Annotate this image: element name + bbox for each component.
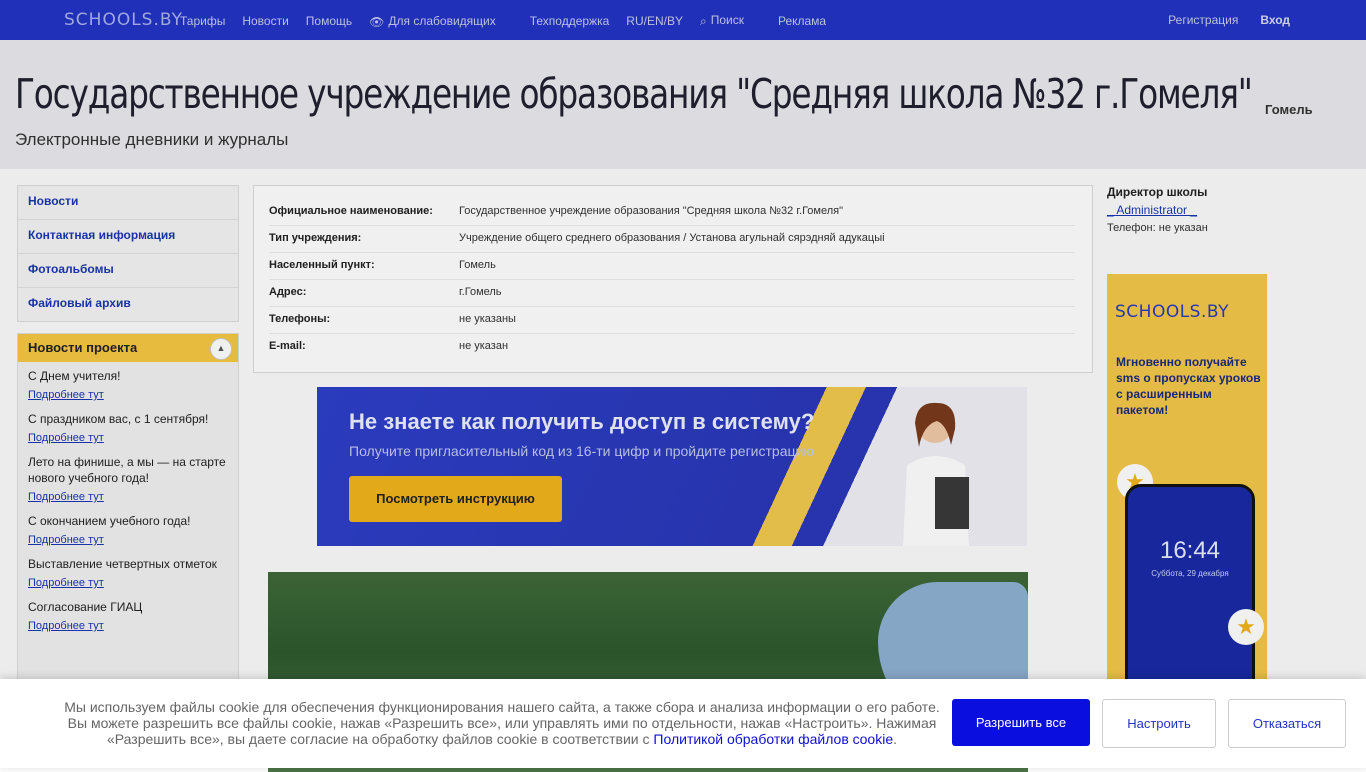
- cookie-policy-link[interactable]: Политикой обработки файлов cookie: [653, 731, 893, 747]
- search-icon: ⌕: [699, 14, 707, 28]
- news-item-title: Выставление четвертных отметок: [28, 557, 217, 571]
- info-key: Тип учреждения:: [269, 232, 362, 244]
- instruction-button[interactable]: Посмотреть инструкцию: [349, 476, 562, 522]
- nav-search-label: Поиск: [710, 13, 744, 27]
- login-link[interactable]: Вход: [1260, 13, 1290, 27]
- info-key: Официальное наименование:: [269, 205, 433, 217]
- news-more-link[interactable]: Подробнее тут: [28, 387, 228, 403]
- list-item: С Днем учителя! Подробнее тут: [18, 362, 238, 405]
- nav-tariffs[interactable]: Тарифы: [180, 14, 225, 28]
- table-row: Адрес: г.Гомель: [269, 279, 1075, 307]
- register-link[interactable]: Регистрация: [1168, 13, 1238, 27]
- news-more-link[interactable]: Подробнее тут: [28, 575, 228, 591]
- list-item: Согласование ГИАЦ Подробнее тут: [18, 593, 238, 636]
- table-row: Тип учреждения: Учреждение общего среднег…: [269, 225, 1075, 253]
- sidebar-item-contacts[interactable]: Контактная информация: [18, 220, 238, 254]
- page-subtitle: Электронные дневники и журналы: [15, 130, 289, 149]
- school-header: Государственное учреждение образования "…: [0, 40, 1366, 169]
- top-navbar: SCHOOLS.BY Тарифы Новости Помощь 👁 Для сл…: [0, 0, 1366, 40]
- sidebar-item-files[interactable]: Файловый архив: [18, 288, 238, 321]
- news-item-title: Согласование ГИАЦ: [28, 600, 143, 614]
- cookie-banner: Мы используем файлы cookie для обеспечен…: [0, 679, 1366, 768]
- site-logo[interactable]: SCHOOLS.BY: [64, 10, 183, 30]
- info-key: Населенный пункт:: [269, 259, 375, 271]
- info-value: не указаны: [459, 313, 516, 325]
- info-key: Телефоны:: [269, 313, 331, 325]
- access-banner[interactable]: Не знаете как получить доступ в систему?…: [317, 387, 1027, 546]
- ad-logo: SCHOOLS.BY: [1115, 302, 1229, 322]
- director-link[interactable]: _ Administrator _: [1107, 203, 1208, 217]
- project-news-title: Новости проекта: [28, 340, 138, 355]
- info-value: Государственное учреждение образования "…: [459, 205, 843, 217]
- phone-illustration: 16:44 Суббота, 29 декабря: [1125, 484, 1255, 694]
- page-title: Государственное учреждение образования "…: [15, 70, 1253, 118]
- phone-clock: 16:44: [1159, 537, 1221, 564]
- list-item: Выставление четвертных отметок Подробнее …: [18, 550, 238, 593]
- info-value: г.Гомель: [459, 286, 502, 298]
- news-item-title: С праздником вас, с 1 сентября!: [28, 412, 209, 426]
- sms-advertisement[interactable]: SCHOOLS.BY Мгновенно получайте sms о про…: [1107, 274, 1267, 694]
- news-item-title: С окончанием учебного года!: [28, 514, 191, 528]
- project-news-panel: Новости проекта ▲ С Днем учителя! Подробн…: [17, 333, 239, 735]
- info-key: Адрес:: [269, 286, 307, 298]
- configure-button[interactable]: Настроить: [1102, 699, 1216, 748]
- list-item: С окончанием учебного года! Подробнее тут: [18, 507, 238, 550]
- table-row: Населенный пункт: Гомель: [269, 252, 1075, 280]
- nav-news[interactable]: Новости: [242, 14, 288, 28]
- ad-text: Мгновенно получайте sms о пропусках урок…: [1116, 355, 1261, 417]
- info-key: E-mail:: [269, 340, 306, 352]
- director-phone: Телефон: не указан: [1107, 222, 1208, 234]
- allow-all-button[interactable]: Разрешить все: [952, 699, 1090, 746]
- auth-links: Регистрация Вход: [1146, 13, 1290, 27]
- director-info: Директор школы _ Administrator _ Телефон…: [1107, 185, 1208, 234]
- list-item: Лето на финише, а мы — на старте нового …: [18, 448, 238, 507]
- nav-ads[interactable]: Реклама: [778, 14, 826, 28]
- banner-subtext: Получите пригласительный код из 16-ти ци…: [349, 443, 814, 459]
- cookie-message: Мы используем файлы cookie для обеспечен…: [64, 699, 940, 747]
- news-item-title: Лето на финише, а мы — на старте нового …: [28, 455, 226, 485]
- nav-help[interactable]: Помощь: [306, 14, 352, 28]
- news-more-link[interactable]: Подробнее тут: [28, 618, 228, 634]
- nav-support[interactable]: Техподдержка: [530, 14, 610, 28]
- sidebar-item-news[interactable]: Новости: [18, 186, 238, 220]
- info-value: Учреждение общего среднего образования /…: [459, 232, 885, 244]
- news-more-link[interactable]: Подробнее тут: [28, 489, 228, 505]
- nav-language[interactable]: RU/EN/BY: [626, 14, 683, 28]
- info-value: Гомель: [459, 259, 496, 271]
- sidebar-item-photos[interactable]: Фотоальбомы: [18, 254, 238, 288]
- collapse-icon[interactable]: ▲: [210, 338, 232, 360]
- info-value: не указан: [459, 340, 509, 352]
- eye-icon: 👁: [369, 14, 385, 29]
- nav-accessibility-label: Для слабовидящих: [388, 13, 496, 28]
- director-title: Директор школы: [1107, 185, 1208, 199]
- school-city: Гомель: [1265, 102, 1313, 117]
- project-news-header: Новости проекта ▲: [18, 334, 238, 362]
- table-row: Официальное наименование: Государственное…: [269, 198, 1075, 226]
- news-more-link[interactable]: Подробнее тут: [28, 532, 228, 548]
- news-more-link[interactable]: Подробнее тут: [28, 430, 228, 446]
- phone-date: Суббота, 29 декабря: [1151, 569, 1229, 578]
- sidebar-menu: Новости Контактная информация Фотоальбом…: [17, 185, 239, 322]
- woman-illustration: [903, 402, 969, 546]
- table-row: E-mail: не указан: [269, 333, 1075, 360]
- top-nav: Тарифы Новости Помощь 👁 Для слабовидящих …: [180, 13, 843, 29]
- school-info-card: Официальное наименование: Государственное…: [253, 185, 1093, 373]
- nav-search[interactable]: ⌕ Поиск: [700, 13, 761, 29]
- decline-button[interactable]: Отказаться: [1228, 699, 1346, 748]
- star-icon: ★: [1228, 609, 1264, 645]
- news-item-title: С Днем учителя!: [28, 369, 121, 383]
- banner-headline: Не знаете как получить доступ в систему?: [349, 409, 815, 434]
- list-item: С праздником вас, с 1 сентября! Подробнее…: [18, 405, 238, 448]
- table-row: Телефоны: не указаны: [269, 306, 1075, 334]
- nav-accessibility[interactable]: 👁 Для слабовидящих: [369, 14, 513, 29]
